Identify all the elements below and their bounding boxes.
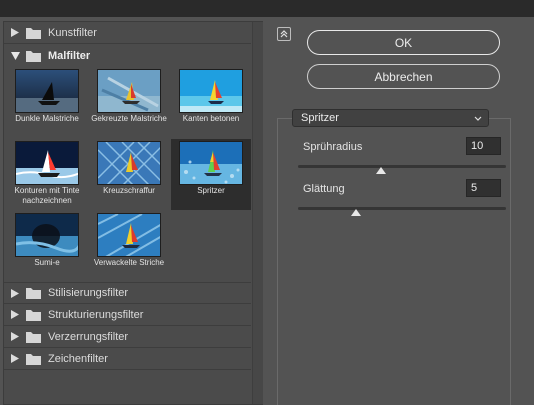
thumbnail-label: Dunkle Malstriche bbox=[15, 114, 79, 123]
filter-thumb-gekreuzte-malstriche[interactable]: Gekreuzte Malstriche bbox=[89, 67, 169, 138]
category-label: Stilisierungsfilter bbox=[48, 287, 129, 299]
expand-triangle-icon[interactable] bbox=[8, 26, 22, 40]
category-label: Kunstfilter bbox=[48, 26, 97, 39]
thumbnail-label: Gekreuzte Malstriche bbox=[91, 114, 167, 123]
thumbnail-image bbox=[15, 69, 79, 113]
filter-thumb-verwackelte-striche[interactable]: Verwackelte Striche bbox=[89, 211, 169, 282]
thumbnail-image bbox=[15, 141, 79, 185]
expand-triangle-icon[interactable] bbox=[8, 286, 22, 300]
filter-select[interactable]: Spritzer bbox=[292, 109, 489, 127]
slider-thumb[interactable] bbox=[351, 203, 362, 216]
ok-button-label: OK bbox=[394, 35, 413, 50]
thumbnail-image bbox=[97, 69, 161, 113]
folder-icon bbox=[26, 287, 41, 299]
filter-gallery: Kunstfilter Malfilter Dunkle Malstriche … bbox=[3, 21, 263, 405]
chevron-down-icon bbox=[474, 113, 482, 125]
folder-icon bbox=[26, 309, 41, 321]
spruehradius-input[interactable]: 10 bbox=[466, 137, 501, 155]
param-label-glaettung: Glättung bbox=[303, 183, 345, 195]
thumbnail-label: Spritzer bbox=[197, 186, 225, 195]
spruehradius-slider[interactable] bbox=[298, 165, 506, 174]
category-label: Zeichenfilter bbox=[48, 352, 108, 365]
category-label: Strukturierungsfilter bbox=[48, 308, 144, 321]
param-label-spruehradius: Sprühradius bbox=[303, 141, 363, 153]
thumbnail-image bbox=[179, 69, 243, 113]
category-stilisierungsfilter[interactable]: Stilisierungsfilter bbox=[4, 282, 251, 304]
expand-triangle-icon[interactable] bbox=[8, 352, 22, 366]
filter-thumb-konturen-mit-tinte[interactable]: Konturen mit Tinte nachzeichnen bbox=[7, 139, 87, 210]
collapse-gallery-button[interactable] bbox=[277, 27, 291, 41]
category-label: Verzerrungsfilter bbox=[48, 330, 129, 343]
cancel-button[interactable]: Abbrechen bbox=[307, 64, 500, 89]
folder-icon bbox=[26, 331, 41, 343]
expand-triangle-icon[interactable] bbox=[8, 330, 22, 344]
thumbnail-image bbox=[15, 213, 79, 257]
category-verzerrungsfilter[interactable]: Verzerrungsfilter bbox=[4, 326, 251, 348]
filter-thumb-kreuzschraffur[interactable]: Kreuzschraffur bbox=[89, 139, 169, 210]
collapse-triangle-icon[interactable] bbox=[8, 49, 22, 63]
double-chevron-up-icon bbox=[280, 30, 288, 38]
filter-thumb-kanten-betonen[interactable]: Kanten betonen bbox=[171, 67, 251, 138]
folder-open-icon bbox=[26, 50, 41, 62]
ok-button[interactable]: OK bbox=[307, 30, 500, 55]
expand-triangle-icon[interactable] bbox=[8, 308, 22, 322]
thumbnail-label: Konturen mit Tinte nachzeichnen bbox=[14, 186, 80, 205]
category-malfilter[interactable]: Malfilter bbox=[4, 45, 251, 67]
thumbnail-label: Verwackelte Striche bbox=[93, 258, 165, 267]
filter-select-value: Spritzer bbox=[301, 112, 339, 124]
thumbnail-label: Kanten betonen bbox=[182, 114, 240, 123]
thumbnail-image bbox=[97, 213, 161, 257]
slider-thumb[interactable] bbox=[376, 161, 387, 174]
glaettung-input[interactable]: 5 bbox=[466, 179, 501, 197]
cancel-button-label: Abbrechen bbox=[374, 69, 433, 84]
category-strukturierungsfilter[interactable]: Strukturierungsfilter bbox=[4, 304, 251, 326]
category-zeichenfilter[interactable]: Zeichenfilter bbox=[4, 348, 251, 370]
gallery-scrollbar[interactable] bbox=[252, 22, 263, 404]
filter-thumb-spritzer[interactable]: Spritzer bbox=[171, 139, 251, 210]
filter-settings-panel bbox=[277, 118, 511, 405]
thumbnail-image bbox=[97, 141, 161, 185]
title-bar bbox=[0, 0, 534, 17]
category-label: Malfilter bbox=[48, 50, 91, 62]
thumbnail-label: Kreuzschraffur bbox=[103, 186, 155, 195]
thumbnail-label: Sumi-e bbox=[34, 258, 60, 267]
thumbnail-image bbox=[179, 141, 243, 185]
category-kunstfilter[interactable]: Kunstfilter bbox=[4, 22, 251, 44]
filter-thumb-sumi-e[interactable]: Sumi-e bbox=[7, 211, 87, 282]
filter-thumb-dunkle-malstriche[interactable]: Dunkle Malstriche bbox=[7, 67, 87, 138]
folder-icon bbox=[26, 27, 41, 39]
folder-icon bbox=[26, 353, 41, 365]
glaettung-slider[interactable] bbox=[298, 207, 506, 216]
